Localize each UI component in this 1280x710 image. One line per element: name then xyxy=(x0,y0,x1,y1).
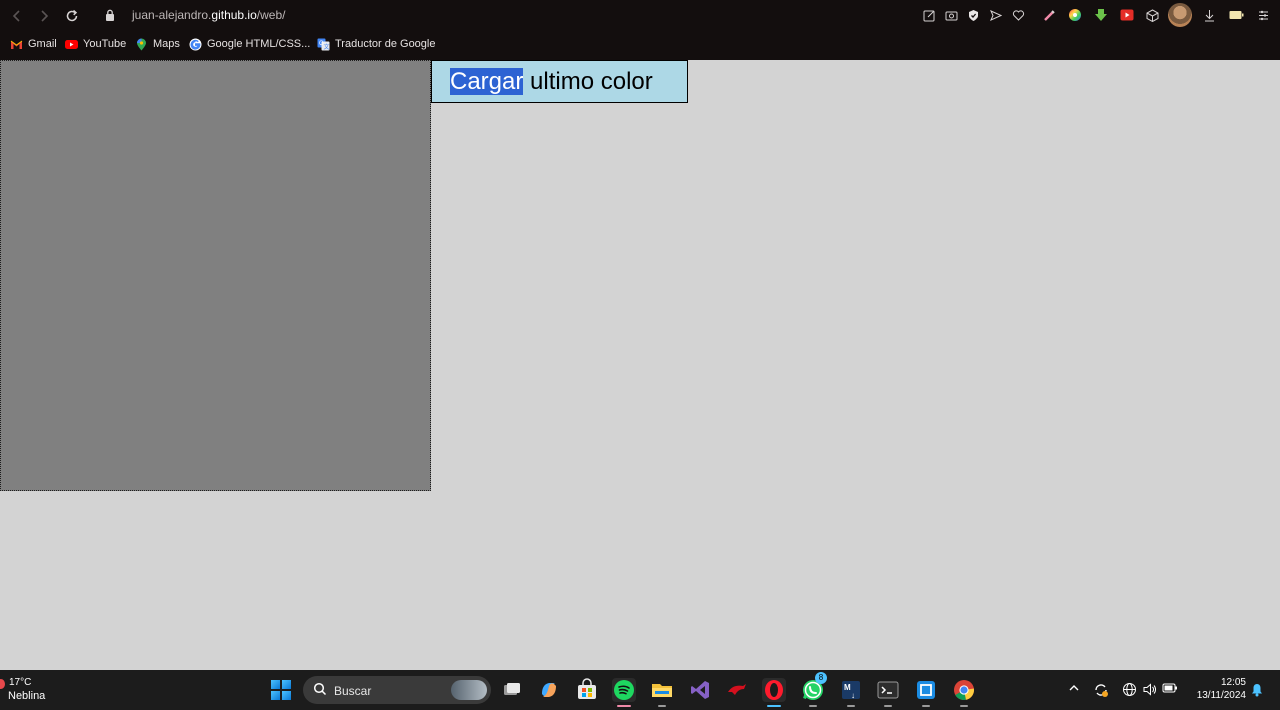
youtube-ext-icon[interactable] xyxy=(1119,7,1135,23)
windows-start-icon[interactable] xyxy=(271,680,291,700)
bookmark-label: Gmail xyxy=(28,38,57,50)
reload-button[interactable] xyxy=(63,7,81,25)
page-viewport: Cargar ultimo color xyxy=(0,60,1280,670)
notification-bell-icon[interactable] xyxy=(1251,683,1263,697)
snipping-tool-icon[interactable] xyxy=(914,678,938,707)
cube-icon[interactable] xyxy=(1144,7,1160,23)
lock-icon xyxy=(106,9,114,21)
edit-icon[interactable] xyxy=(921,7,937,23)
heart-icon[interactable] xyxy=(1010,7,1026,23)
bookmark-youtube[interactable]: YouTube xyxy=(65,36,126,52)
svg-text:M: M xyxy=(844,683,851,692)
bookmark-translate[interactable]: G文 Traductor de Google xyxy=(317,36,435,52)
terminal-icon[interactable] xyxy=(876,678,900,707)
selected-text: Cargar xyxy=(450,68,524,95)
menu-icon[interactable] xyxy=(1255,7,1271,23)
svg-text:文: 文 xyxy=(324,43,330,51)
color-display-box xyxy=(0,60,431,491)
load-last-color-button[interactable]: Cargar ultimo color xyxy=(431,60,688,103)
opera-icon[interactable] xyxy=(762,678,786,707)
bookmarks-bar: Gmail YouTube Maps Google HTML/CSS... G文… xyxy=(0,33,1280,55)
weather-icon xyxy=(0,679,5,689)
volume-icon[interactable] xyxy=(1141,682,1157,698)
bookmark-maps[interactable]: Maps xyxy=(135,36,180,52)
visual-studio-icon[interactable] xyxy=(688,678,712,702)
bookmark-gmail[interactable]: Gmail xyxy=(10,36,57,52)
chevron-right-icon xyxy=(41,10,49,22)
camera-icon[interactable] xyxy=(943,7,959,23)
copilot-icon[interactable] xyxy=(537,678,561,702)
weather-condition: Neblina xyxy=(8,690,46,702)
weather-widget[interactable]: 17°C Neblina xyxy=(0,676,60,706)
clock-date: 13/11/2024 xyxy=(1196,690,1246,701)
url-path: /web/ xyxy=(256,8,286,22)
chrome-icon[interactable] xyxy=(952,678,976,707)
pen-icon[interactable] xyxy=(1041,7,1057,23)
system-clock[interactable]: 12:05 13/11/2024 xyxy=(1186,676,1246,702)
shield-icon[interactable] xyxy=(965,7,981,23)
search-placeholder: Buscar xyxy=(334,684,372,698)
weather-temperature: 17°C xyxy=(9,677,32,688)
whatsapp-icon[interactable]: 8 xyxy=(801,672,827,707)
downloads-icon[interactable] xyxy=(1201,7,1217,23)
bookmark-label: Google HTML/CSS... xyxy=(207,38,311,50)
windows-taskbar: 17°C Neblina Buscar 8 M ↓ 12:05 13/11/20… xyxy=(0,670,1280,710)
taskbar-search[interactable]: Buscar xyxy=(303,676,491,704)
browser-chrome: juan-alejandro.github.io/web/ Gmail YouT… xyxy=(0,0,1280,60)
search-highlight-image xyxy=(451,680,487,700)
markdown-app-icon[interactable]: M ↓ xyxy=(839,678,863,707)
button-label-rest: ultimo color xyxy=(523,68,653,95)
reload-icon xyxy=(66,9,78,22)
back-button[interactable] xyxy=(8,7,26,25)
send-icon[interactable] xyxy=(987,7,1003,23)
svg-text:↓: ↓ xyxy=(851,691,855,700)
color-picker-icon[interactable] xyxy=(1067,7,1083,23)
download-arrow-icon[interactable] xyxy=(1093,7,1109,23)
sync-icon[interactable] xyxy=(1093,682,1109,698)
google-icon xyxy=(189,38,202,50)
bookmark-label: YouTube xyxy=(83,38,127,50)
battery-icon[interactable] xyxy=(1162,682,1178,698)
browser-toolbar: juan-alejandro.github.io/web/ xyxy=(0,0,1280,31)
bookmark-label: Maps xyxy=(153,38,180,50)
bookmark-google-html-css[interactable]: Google HTML/CSS... xyxy=(189,36,310,52)
forward-button[interactable] xyxy=(35,7,53,25)
gmail-icon xyxy=(10,40,23,49)
redragon-icon[interactable] xyxy=(725,678,749,702)
address-bar[interactable]: juan-alejandro.github.io/web/ xyxy=(132,8,285,22)
url-host: github.io xyxy=(211,8,257,22)
store-icon[interactable] xyxy=(575,678,599,702)
clock-time: 12:05 xyxy=(1220,677,1246,688)
spotify-icon[interactable] xyxy=(612,678,636,707)
translate-icon: G文 xyxy=(317,38,330,51)
maps-pin-icon xyxy=(137,38,146,50)
profile-avatar[interactable] xyxy=(1168,3,1192,27)
battery-saver-icon[interactable] xyxy=(1228,7,1244,23)
search-icon xyxy=(313,682,327,696)
file-explorer-icon[interactable] xyxy=(650,678,674,707)
url-prefix: juan-alejandro. xyxy=(132,8,212,22)
task-view-icon[interactable] xyxy=(500,678,524,702)
notification-badge: 8 xyxy=(815,672,827,684)
bookmark-label: Traductor de Google xyxy=(335,38,436,50)
chevron-left-icon xyxy=(12,10,20,22)
show-hidden-icons-chevron-up-icon[interactable] xyxy=(1066,682,1082,698)
network-globe-icon[interactable] xyxy=(1121,682,1137,698)
youtube-icon xyxy=(65,39,78,49)
